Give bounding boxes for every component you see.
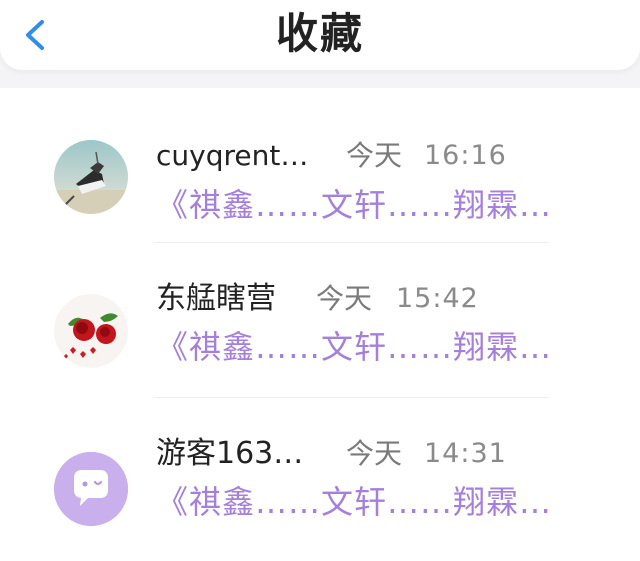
item-preview: 《祺鑫……文轩……翔霖…: [156, 186, 553, 224]
item-time: 15:42: [396, 283, 479, 314]
item-day: 今天: [346, 139, 403, 172]
list-item[interactable]: 东艋瞎营 今天 15:42 《祺鑫……文轩……翔霖…: [0, 243, 640, 398]
item-preview: 《祺鑫……文轩……翔霖…: [156, 328, 553, 366]
item-name: 东艋瞎营: [156, 281, 276, 316]
avatar[interactable]: [54, 452, 128, 526]
avatar[interactable]: [54, 294, 128, 368]
item-name: cuyqrent…: [156, 139, 309, 172]
item-time: 14:31: [424, 438, 507, 469]
sneaker-photo-avatar-icon: [54, 140, 128, 214]
item-time: 16:16: [424, 140, 507, 171]
favorites-list: cuyqrent… 今天 16:16 《祺鑫……文轩……翔霖… 东艋瞎营 今天: [0, 88, 640, 561]
top-bar: 收藏: [0, 0, 640, 70]
list-item[interactable]: 游客163… 今天 14:31 《祺鑫……文轩……翔霖…: [0, 398, 640, 553]
avatar[interactable]: [54, 140, 128, 214]
item-day: 今天: [346, 437, 403, 470]
item-name: 游客163…: [156, 436, 304, 471]
roses-photo-avatar-icon: [54, 294, 128, 368]
chat-bubble-avatar-icon: [54, 452, 128, 526]
page-title: 收藏: [275, 9, 364, 58]
item-preview: 《祺鑫……文轩……翔霖…: [156, 483, 553, 521]
item-day: 今天: [316, 282, 373, 315]
list-item[interactable]: cuyqrent… 今天 16:16 《祺鑫……文轩……翔霖…: [0, 88, 640, 243]
